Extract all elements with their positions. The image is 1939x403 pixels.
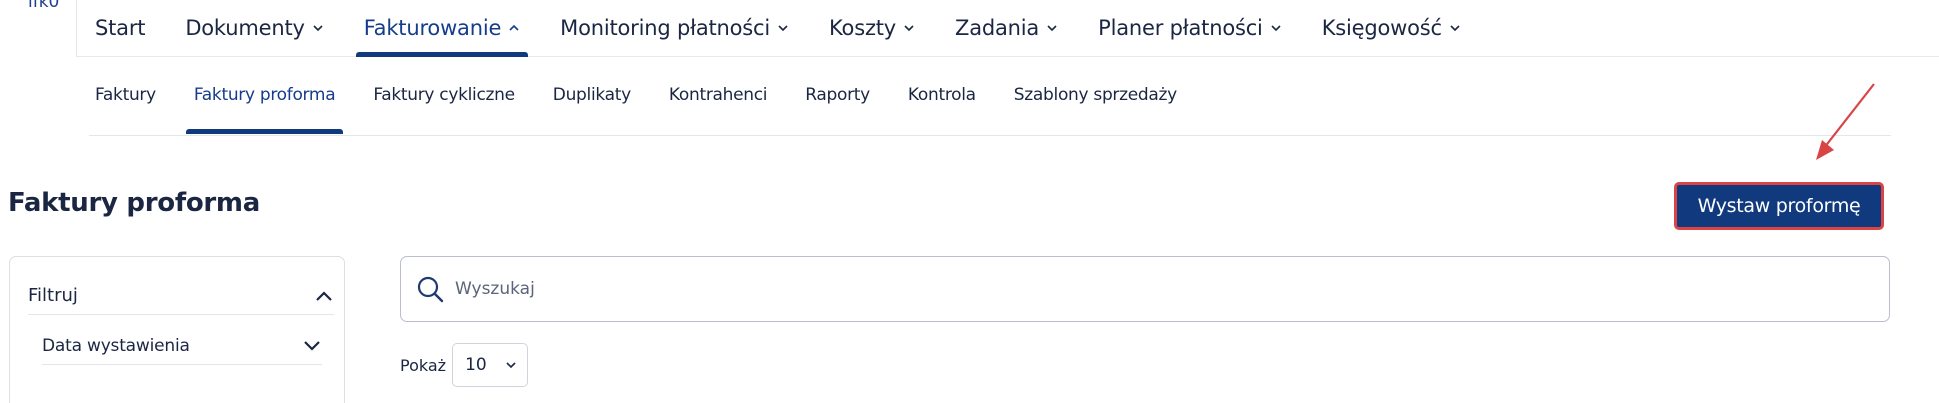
annotation-arrow-icon [1816,83,1875,160]
chevron-down-icon [904,25,914,32]
top-nav-item-label: Koszty [829,16,897,40]
page-size-control: Pokaż 10 [400,343,529,387]
filter-panel-title: Filtruj [28,285,78,306]
chevron-up-icon [316,290,332,301]
sub-nav-item-label: Szablony sprzedaży [1013,85,1177,105]
app-logo[interactable]: ifk0 [28,0,59,12]
filter-panel: Filtruj Data wystawienia [9,256,345,403]
top-nav-item-label: Dokumenty [185,16,305,40]
sub-nav-item-label: Faktury [95,85,156,105]
filter-row-label: Data wystawienia [42,335,190,356]
search-input[interactable] [455,279,1855,299]
chevron-down-icon [313,25,323,32]
sub-nav-item-kontrola[interactable]: Kontrola [908,78,976,112]
top-navigation: Start Dokumenty Fakturowanie Monitoring … [76,0,1939,57]
top-nav-item-ksiegowosc[interactable]: Księgowość [1322,0,1461,56]
sub-nav-item-faktury-cykliczne[interactable]: Faktury cykliczne [373,78,515,112]
top-nav-item-label: Księgowość [1321,16,1442,40]
top-nav-item-label: Fakturowanie [363,16,502,40]
chevron-down-icon [304,340,320,351]
top-nav-item-label: Zadania [955,16,1040,40]
sub-navigation: Faktury Faktury proforma Faktury cyklicz… [89,78,1891,136]
chevron-down-icon [506,362,516,369]
page-size-select[interactable]: 10 [452,343,529,387]
sub-nav-item-faktury-proforma[interactable]: Faktury proforma [185,78,344,134]
sub-nav-item-szablony-sprzedazy[interactable]: Szablony sprzedaży [1014,78,1177,112]
page-title: Faktury proforma [8,188,260,218]
top-nav-item-label: Planer płatności [1098,16,1263,40]
page-size-value: 10 [465,355,487,375]
active-tab-indicator [355,52,529,57]
top-nav-item-zadania[interactable]: Zadania [955,0,1058,56]
top-nav-item-koszty[interactable]: Koszty [829,0,915,56]
chevron-up-icon [509,24,519,31]
sub-nav-item-label: Raporty [805,85,870,105]
sub-nav-item-faktury[interactable]: Faktury [95,78,156,112]
top-nav-item-dokumenty[interactable]: Dokumenty [185,0,323,56]
top-nav-item-start[interactable]: Start [95,0,146,56]
active-subtab-indicator [185,129,344,134]
sub-nav-item-duplikaty[interactable]: Duplikaty [553,78,631,112]
search-icon [417,276,444,303]
top-nav-item-label: Monitoring płatności [560,16,771,40]
sub-nav-item-label: Kontrahenci [668,85,768,105]
sub-nav-item-label: Duplikaty [552,85,631,105]
sub-nav-item-label: Faktury cykliczne [373,85,515,105]
chevron-down-icon [1047,25,1057,32]
sub-nav-item-label: Faktury proforma [193,85,336,105]
chevron-down-icon [778,25,788,32]
chevron-down-icon [1450,25,1460,32]
filter-panel-header[interactable]: Filtruj [28,277,334,315]
top-nav-item-label: Start [95,16,146,40]
search-box [400,256,1890,322]
chevron-down-icon [1271,25,1281,32]
sub-nav-item-raporty[interactable]: Raporty [805,78,870,112]
sub-nav-item-label: Kontrola [907,85,976,105]
top-nav-item-monitoring-platnosci[interactable]: Monitoring płatności [560,0,789,56]
filter-row-issue-date[interactable]: Data wystawienia [42,327,322,365]
sub-nav-item-kontrahenci[interactable]: Kontrahenci [668,78,768,112]
top-nav-item-fakturowanie[interactable]: Fakturowanie [355,0,529,57]
page-size-label: Pokaż [400,355,447,375]
top-nav-item-planer-platnosci[interactable]: Planer płatności [1098,0,1282,56]
issue-proforma-button[interactable]: Wystaw proformę [1674,182,1884,230]
